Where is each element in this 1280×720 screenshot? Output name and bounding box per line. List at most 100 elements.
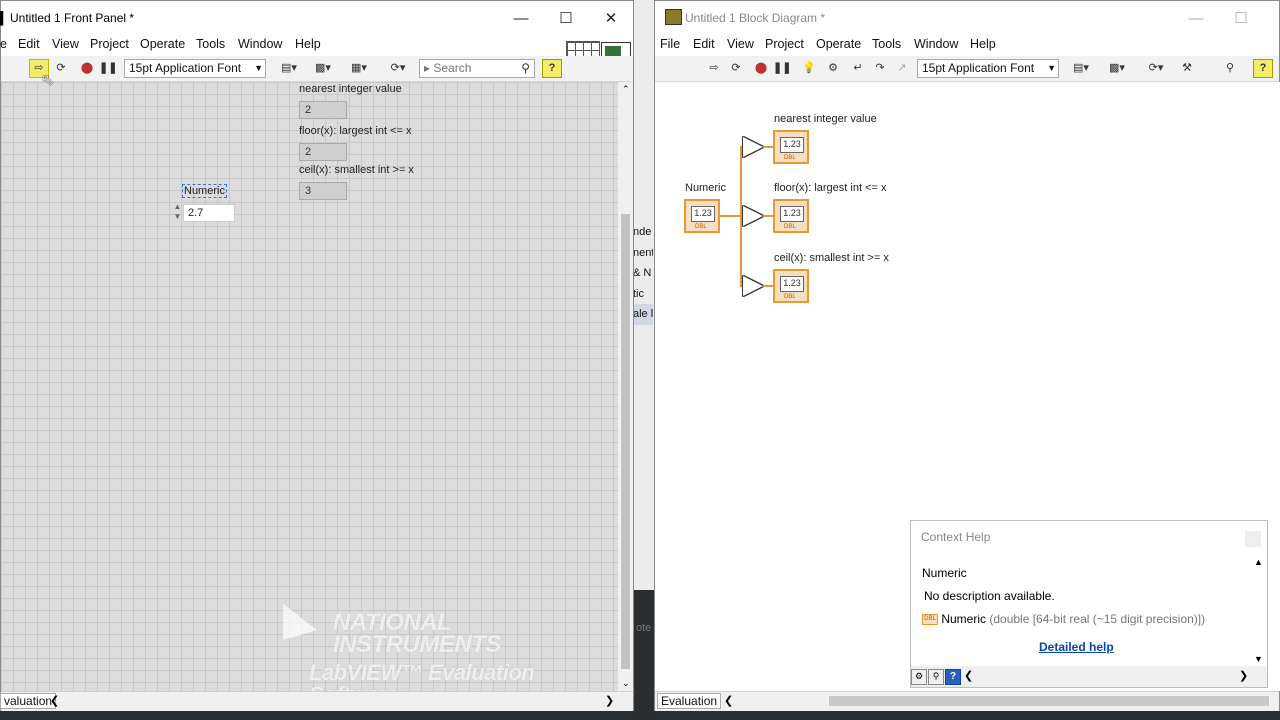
- terminal-readout: 1.23: [691, 206, 715, 222]
- status-tab[interactable]: Evaluation: [657, 693, 722, 709]
- pause-icon[interactable]: ❚❚: [772, 59, 792, 78]
- font-dropdown[interactable]: 15pt Application Font ▼: [917, 59, 1059, 78]
- menu-project[interactable]: Project: [765, 37, 804, 51]
- menu-file[interactable]: File: [660, 37, 680, 51]
- menu-project[interactable]: Project: [90, 37, 129, 51]
- menu-edit[interactable]: Edit: [18, 37, 40, 51]
- scroll-up-icon[interactable]: ▲: [1254, 557, 1263, 567]
- wire[interactable]: [720, 215, 742, 217]
- front-panel-title: Untitled 1 Front Panel *: [10, 11, 135, 25]
- watermark-line: INSTRUMENTS: [333, 631, 501, 658]
- block-diagram-menubar: File Edit View Project Operate Tools Win…: [655, 35, 1279, 55]
- menu-window[interactable]: Window: [238, 37, 282, 51]
- font-dropdown-label: 15pt Application Font: [922, 61, 1035, 75]
- menu-tools[interactable]: Tools: [196, 37, 225, 51]
- menu-tools[interactable]: Tools: [872, 37, 901, 51]
- block-diagram-titlebar: Untitled 1 Block Diagram * — ☐: [655, 1, 1279, 35]
- menu-operate[interactable]: Operate: [140, 37, 185, 51]
- maximize-button[interactable]: ☐: [543, 7, 589, 31]
- minimize-button[interactable]: —: [1173, 7, 1219, 31]
- retain-wire-values-icon[interactable]: ⚙: [823, 59, 843, 78]
- increment-decrement-icon[interactable]: ▲ ▼: [172, 202, 183, 224]
- round-up-function[interactable]: [743, 276, 763, 296]
- round-to-nearest-function[interactable]: [743, 137, 763, 157]
- scroll-up-icon[interactable]: ⌃: [622, 84, 630, 95]
- round-down-function[interactable]: [743, 206, 763, 226]
- front-panel-canvas[interactable]: nearest integer value 2 floor(x): larges…: [1, 72, 618, 706]
- maximize-button[interactable]: ☐: [1218, 7, 1264, 31]
- search-icon[interactable]: ⚲: [521, 60, 530, 77]
- scroll-right-icon[interactable]: ❯: [1239, 669, 1248, 682]
- minimize-button[interactable]: —: [498, 7, 544, 31]
- horizontal-scrollbar[interactable]: Evaluation ❮: [655, 691, 1279, 711]
- abort-icon[interactable]: ⬤: [751, 59, 771, 78]
- menu-file[interactable]: e: [0, 37, 7, 51]
- distribute-objects-icon[interactable]: ▩▾: [307, 59, 339, 78]
- terminal-readout: 1.23: [780, 206, 804, 222]
- context-help-icon[interactable]: ?: [1253, 59, 1273, 78]
- close-button[interactable]: ✕: [588, 7, 634, 31]
- scroll-down-icon[interactable]: ⌄: [622, 678, 630, 689]
- scroll-left-icon[interactable]: ❮: [724, 694, 733, 707]
- block-diagram-window-icon: [665, 9, 682, 25]
- scroll-right-icon[interactable]: ❯: [605, 694, 614, 707]
- ceil-terminal[interactable]: 1.23 DBL: [773, 269, 809, 303]
- background-window-list: nde nent & N tic ale l: [633, 222, 653, 332]
- block-diagram-title: Untitled 1 Block Diagram *: [685, 11, 826, 25]
- floor-terminal[interactable]: 1.23 DBL: [773, 199, 809, 233]
- step-into-icon[interactable]: ↵: [848, 59, 868, 78]
- detailed-help-icon[interactable]: ?: [945, 669, 961, 685]
- numeric-control[interactable]: 2.7: [183, 204, 235, 222]
- scroll-down-icon[interactable]: ▼: [1254, 654, 1263, 664]
- scrollbar-thumb[interactable]: [829, 696, 1269, 706]
- vertical-scrollbar[interactable]: ⌃ ⌄: [618, 82, 633, 691]
- horizontal-scrollbar[interactable]: valuation ❮ ❯: [0, 691, 633, 711]
- numeric-control-label[interactable]: Numeric: [182, 184, 227, 198]
- menu-view[interactable]: View: [52, 37, 79, 51]
- align-objects-icon[interactable]: ▤▾: [273, 59, 305, 78]
- scroll-left-icon[interactable]: ❮: [50, 694, 59, 707]
- search-placeholder: Search: [433, 61, 472, 75]
- status-tab[interactable]: valuation: [0, 693, 57, 709]
- resize-objects-icon[interactable]: ▦▾: [342, 59, 376, 78]
- scrollbar-thumb[interactable]: [621, 214, 630, 669]
- menu-view[interactable]: View: [727, 37, 754, 51]
- chevron-down-icon: ▼: [254, 63, 263, 73]
- font-dropdown[interactable]: 15pt Application Font ▼: [124, 59, 266, 78]
- background-text: ote: [636, 622, 652, 634]
- step-over-icon[interactable]: ↷: [870, 59, 890, 78]
- highlight-execution-icon[interactable]: 💡: [799, 59, 819, 78]
- align-objects-icon[interactable]: ▤▾: [1065, 59, 1097, 78]
- dbl-type-icon: DBL: [922, 614, 938, 626]
- run-arrow-icon[interactable]: ⇨: [704, 59, 724, 78]
- detailed-help-link-text[interactable]: Detailed help: [1039, 640, 1114, 654]
- terminal-type: DBL: [784, 294, 796, 300]
- reorder-icon[interactable]: ⟳▾: [1139, 59, 1173, 78]
- reorder-icon[interactable]: ⟳▾: [381, 59, 415, 78]
- menu-help[interactable]: Help: [970, 37, 996, 51]
- menu-window[interactable]: Window: [914, 37, 958, 51]
- indicator-label: floor(x): largest int <= x: [299, 125, 412, 137]
- detailed-help-link[interactable]: Detailed help: [1039, 640, 1114, 654]
- clean-up-diagram-icon[interactable]: ⚒: [1175, 59, 1199, 78]
- menu-operate[interactable]: Operate: [816, 37, 861, 51]
- scroll-left-icon[interactable]: ❮: [964, 669, 973, 682]
- numeric-control-terminal[interactable]: 1.23 DBL: [684, 199, 720, 233]
- search-input[interactable]: ▸ Search ⚲: [419, 59, 535, 78]
- context-help-icon[interactable]: ?: [542, 59, 562, 78]
- abort-icon[interactable]: ⬤: [77, 59, 97, 78]
- distribute-objects-icon[interactable]: ▩▾: [1101, 59, 1133, 78]
- nearest-integer-terminal[interactable]: 1.23 DBL: [773, 130, 809, 164]
- step-out-icon[interactable]: ↗: [892, 59, 912, 78]
- show-optional-terminals-icon[interactable]: ⚲: [928, 669, 944, 685]
- pause-icon[interactable]: ❚❚: [98, 59, 118, 78]
- run-continuously-icon[interactable]: ⟳: [726, 59, 746, 78]
- close-icon[interactable]: [1245, 531, 1261, 547]
- help-heading: Numeric: [922, 566, 967, 580]
- context-help-window: Context Help Numeric No description avai…: [910, 520, 1268, 688]
- search-icon[interactable]: ⚲: [1215, 59, 1245, 78]
- menu-edit[interactable]: Edit: [693, 37, 715, 51]
- lock-icon[interactable]: ⚙: [911, 669, 927, 685]
- bg-list-item: tic: [633, 287, 644, 300]
- menu-help[interactable]: Help: [295, 37, 321, 51]
